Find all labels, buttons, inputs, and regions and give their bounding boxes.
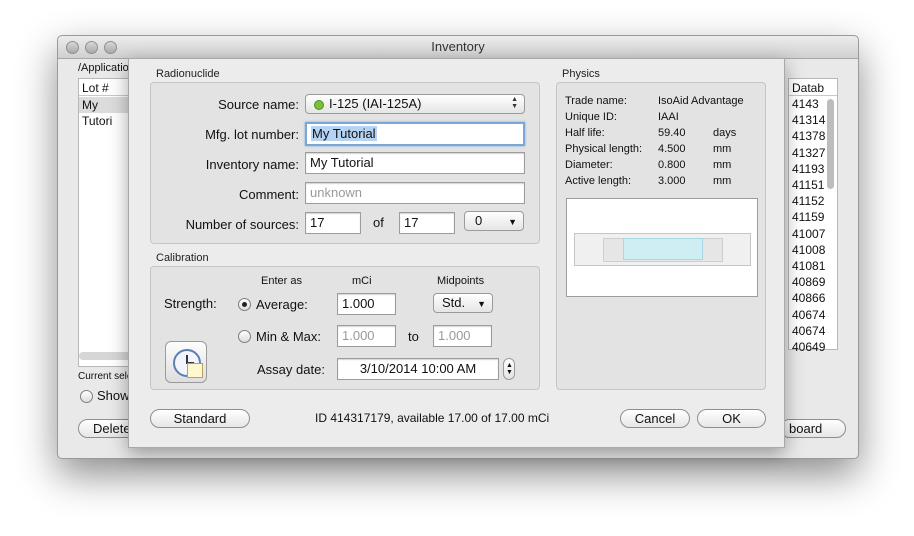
current-selection-label: Current sele xyxy=(78,371,133,382)
database-cell[interactable]: 40649 xyxy=(792,340,825,354)
database-cell[interactable]: 41008 xyxy=(792,243,825,257)
database-cell[interactable]: 41007 xyxy=(792,227,825,241)
total-sources-field[interactable]: 17 xyxy=(399,212,455,234)
path-label: /Applicatio xyxy=(78,62,129,74)
chevron-down-icon: ▼ xyxy=(508,217,517,227)
physics-group: Trade name: IsoAid Advantage Unique ID: IAA… xyxy=(556,82,766,390)
midpoints-value: Std. xyxy=(442,295,466,310)
physics-row-unit: mm xyxy=(713,159,732,171)
database-cell[interactable]: 41152 xyxy=(792,194,824,208)
number-of-sources-field[interactable]: 17 xyxy=(305,212,361,234)
status-dot-icon xyxy=(314,100,324,110)
database-cell[interactable]: 41159 xyxy=(792,210,824,224)
window-titlebar: Inventory xyxy=(58,36,858,59)
standard-button[interactable]: Standard xyxy=(150,409,250,428)
copy-to-clipboard-button[interactable]: board xyxy=(780,419,846,438)
physics-row-unit: days xyxy=(713,127,737,139)
seed-diagram xyxy=(566,198,758,297)
lot-row-selected[interactable]: My Tutori xyxy=(79,97,131,128)
lot-column-header[interactable]: Lot # xyxy=(82,81,109,95)
database-cell[interactable]: 41327 xyxy=(792,146,825,160)
physics-row-label: Diameter: xyxy=(565,159,613,171)
status-text: ID 414317179, available 17.00 of 17.00 m… xyxy=(315,411,550,425)
mfg-lot-label: Mfg. lot number: xyxy=(205,127,299,142)
inventory-name-field[interactable]: My Tutorial xyxy=(305,152,525,174)
average-field[interactable]: 1.000 xyxy=(337,293,396,315)
physics-group-label: Physics xyxy=(562,68,600,80)
seed-active-region xyxy=(623,238,703,260)
unit-label: mCi xyxy=(352,275,372,287)
radionuclide-group-label: Radionuclide xyxy=(156,68,220,80)
minmax-radio[interactable] xyxy=(238,330,251,343)
comment-label: Comment: xyxy=(239,187,299,202)
physics-row-label: Trade name: xyxy=(565,95,627,107)
average-label: Average: xyxy=(256,297,308,312)
assay-date-stepper[interactable]: ▲ ▼ xyxy=(503,358,515,380)
database-cell[interactable]: 41151 xyxy=(792,178,824,192)
window-title: Inventory xyxy=(431,39,485,54)
physics-row-value: 59.40 xyxy=(658,127,686,139)
physics-row-value: IAAI xyxy=(658,111,679,123)
show-all-radio[interactable] xyxy=(80,390,93,403)
database-cell[interactable]: 40674 xyxy=(792,324,825,338)
physics-row-value: 0.800 xyxy=(658,159,686,171)
database-cell[interactable]: 41378 xyxy=(792,129,825,143)
min-field[interactable]: 1.000 xyxy=(337,325,396,347)
show-all-label: Show xyxy=(97,388,130,403)
stepper-arrows-icon: ▲ ▼ xyxy=(506,362,513,376)
updown-arrows-icon: ▲ ▼ xyxy=(511,96,518,110)
lot-table-hscroll[interactable] xyxy=(79,352,131,360)
database-cell[interactable]: 41081 xyxy=(792,259,825,273)
calibration-group: Enter as mCi Midpoints Strength: Average… xyxy=(150,266,540,390)
number-of-sources-label: Number of sources: xyxy=(185,217,299,232)
physics-row-label: Unique ID: xyxy=(565,111,617,123)
average-radio[interactable] xyxy=(238,298,251,311)
midpoints-popup[interactable]: Std. ▼ xyxy=(433,293,493,313)
physics-row-unit: mm xyxy=(713,143,732,155)
physics-row-value: IsoAid Advantage xyxy=(658,95,744,107)
lot-table[interactable]: Lot # My Tutori xyxy=(78,78,132,367)
physics-row-unit: mm xyxy=(713,175,732,187)
strength-label: Strength: xyxy=(164,296,217,311)
source-name-value: I-125 (IAI-125A) xyxy=(329,96,422,111)
radionuclide-group: Source name: I-125 (IAI-125A) ▲ ▼ Mfg. lo… xyxy=(150,82,540,244)
database-cell[interactable]: 40869 xyxy=(792,275,825,289)
database-column-header[interactable]: Datab xyxy=(792,81,824,95)
enter-as-label: Enter as xyxy=(261,275,302,287)
database-cell[interactable]: 41193 xyxy=(792,162,824,176)
max-field[interactable]: 1.000 xyxy=(433,325,492,347)
inventory-name-label: Inventory name: xyxy=(205,157,299,172)
physics-row-label: Active length: xyxy=(565,175,632,187)
database-table-vscroll[interactable] xyxy=(827,99,834,189)
source-name-label: Source name: xyxy=(218,97,299,112)
chevron-down-icon: ▼ xyxy=(477,299,486,309)
database-cell[interactable]: 40866 xyxy=(792,291,825,305)
comment-field[interactable]: unknown xyxy=(305,182,525,204)
to-label: to xyxy=(408,329,419,344)
calendar-icon xyxy=(187,363,203,378)
cancel-button[interactable]: Cancel xyxy=(620,409,690,428)
ok-button[interactable]: OK xyxy=(697,409,766,428)
database-cell[interactable]: 40674 xyxy=(792,308,825,322)
mfg-lot-field[interactable]: My Tutorial xyxy=(305,122,525,146)
physics-row-value: 4.500 xyxy=(658,143,686,155)
calibration-clock-button[interactable] xyxy=(165,341,207,383)
midpoints-label: Midpoints xyxy=(437,275,485,287)
database-cell[interactable]: 41314 xyxy=(792,113,825,127)
source-editor-sheet: Radionuclide Source name: I-125 (IAI-125… xyxy=(128,58,785,448)
calibration-group-label: Calibration xyxy=(156,252,209,264)
physics-row-label: Half life: xyxy=(565,127,605,139)
assay-date-label: Assay date: xyxy=(257,362,325,377)
minmax-label: Min & Max: xyxy=(256,329,322,344)
source-name-popup[interactable]: I-125 (IAI-125A) ▲ ▼ xyxy=(305,94,525,114)
of-label: of xyxy=(373,215,384,230)
database-cell[interactable]: 4143 xyxy=(792,97,819,111)
database-table[interactable]: Datab 4143 41314 41378 41327 41193 41151 41152… xyxy=(788,78,838,354)
physics-row-value: 3.000 xyxy=(658,175,686,187)
sources-extra-value: 0 xyxy=(475,213,483,228)
sources-extra-popup[interactable]: 0 ▼ xyxy=(464,211,524,231)
physics-row-label: Physical length: xyxy=(565,143,643,155)
mfg-lot-value: My Tutorial xyxy=(311,126,377,141)
assay-date-field[interactable]: 3/10/2014 10:00 AM xyxy=(337,358,499,380)
